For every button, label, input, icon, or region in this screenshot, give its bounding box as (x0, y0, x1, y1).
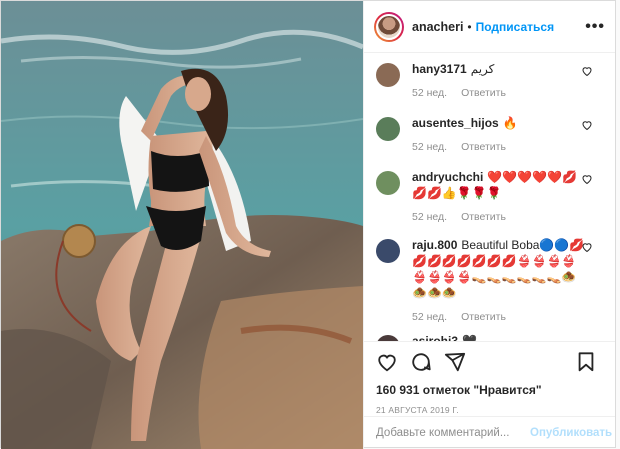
comment-like-icon[interactable] (581, 173, 593, 185)
heart-icon[interactable] (376, 351, 398, 373)
comment-username[interactable]: hany3171 (412, 62, 467, 76)
reply-button[interactable]: Ответить (461, 211, 506, 223)
comment-avatar[interactable] (376, 171, 400, 195)
post-date[interactable]: 21 АВГУСТА 2019 Г. (376, 405, 603, 415)
post-photo[interactable] (1, 1, 363, 449)
reply-button[interactable]: Ответить (461, 87, 506, 99)
comment-username[interactable]: andryuchchi (412, 170, 483, 184)
comment-text: كريم (470, 62, 495, 76)
comment-input[interactable] (376, 427, 530, 439)
share-icon[interactable] (444, 351, 466, 373)
post-side-panel: anacheri • Подписаться ••• hany3171 كريم … (363, 1, 615, 449)
comment-username[interactable]: raju.800 (412, 238, 457, 252)
bookmark-icon[interactable] (575, 351, 597, 373)
comments-list[interactable]: hany3171 كريم 52 нед. Ответить ausentes_hi… (364, 53, 615, 341)
comment-icon[interactable] (410, 351, 432, 373)
comment-item: asirohi3 🖤 (376, 329, 615, 341)
comment-avatar[interactable] (376, 239, 400, 263)
post-actions: 160 931 отметок "Нравится" 21 АВГУСТА 20… (364, 341, 615, 449)
comment-time[interactable]: 52 нед. (412, 211, 447, 223)
comment-text: 🖤 (462, 334, 477, 341)
post-header: anacheri • Подписаться ••• (364, 1, 615, 53)
instagram-post: anacheri • Подписаться ••• hany3171 كريم … (0, 0, 616, 449)
comment-like-icon[interactable] (581, 65, 593, 77)
comment-time[interactable]: 52 нед. (412, 87, 447, 99)
comment-time[interactable]: 52 нед. (412, 141, 447, 153)
comment-like-icon[interactable] (581, 241, 593, 253)
author-avatar[interactable] (374, 11, 404, 42)
reply-button[interactable]: Ответить (461, 141, 506, 153)
photo-illustration (1, 1, 363, 449)
follow-button[interactable]: Подписаться (476, 20, 554, 34)
comment-like-icon[interactable] (581, 119, 593, 131)
author-username[interactable]: anacheri (412, 20, 463, 34)
header-separator: • (467, 19, 472, 34)
comment-item: andryuchchi ❤️❤️❤️❤️❤️💋💋💋👍🌹🌹🌹 52 нед. Отве… (376, 165, 615, 233)
reply-button[interactable]: Ответить (461, 311, 506, 323)
likes-count[interactable]: 160 931 отметок "Нравится" (376, 383, 603, 397)
comment-avatar[interactable] (376, 63, 400, 87)
comment-item: hany3171 كريم 52 нед. Ответить (376, 57, 615, 111)
comment-avatar[interactable] (376, 117, 400, 141)
comment-item: ausentes_hijos 🔥 52 нед. Ответить (376, 111, 615, 165)
comment-time[interactable]: 52 нед. (412, 311, 447, 323)
comment-username[interactable]: ausentes_hijos (412, 116, 499, 130)
comment-text: 🔥 (502, 116, 518, 130)
add-comment-bar: Опубликовать (364, 416, 615, 449)
more-options-icon[interactable]: ••• (585, 18, 605, 36)
publish-button[interactable]: Опубликовать (530, 427, 612, 439)
comment-username[interactable]: asirohi3 (412, 334, 458, 341)
comment-item: raju.800 Beautiful Boba🔵🔵💋💋💋💋💋💋💋💋👙👙👙👙👙👙👙👙… (376, 233, 615, 329)
